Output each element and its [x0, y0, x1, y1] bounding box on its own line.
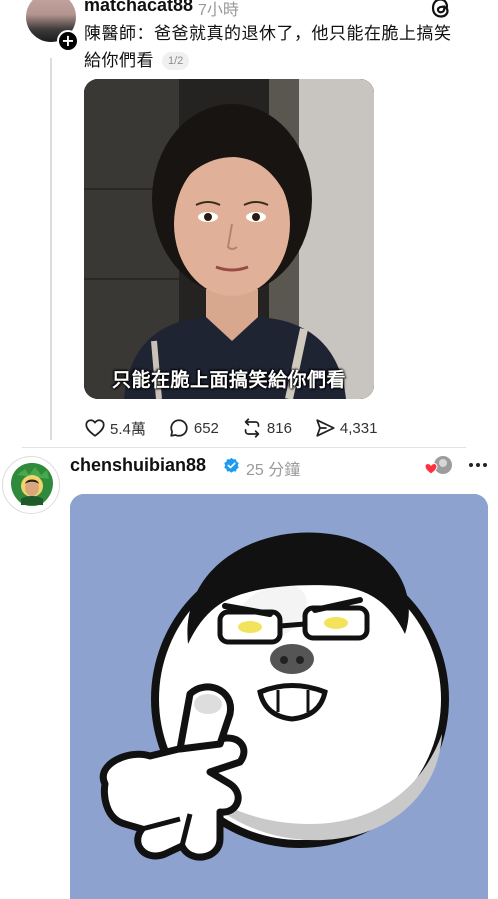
comment-icon [170, 419, 188, 437]
avatar-emblem-icon [5, 459, 59, 513]
comment-button[interactable]: 652 [168, 417, 219, 439]
avatar-chenshuibian88[interactable] [2, 456, 60, 514]
verified-badge-icon [224, 457, 239, 473]
thread-connector-line [50, 58, 52, 440]
share-icon [316, 419, 335, 437]
video-thumbnail[interactable]: 只能在脆上面搞笑給你們看 [84, 79, 374, 399]
share-button[interactable]: 4,331 [314, 417, 378, 439]
add-follow-icon[interactable]: + [57, 30, 79, 52]
threads-logo-icon[interactable] [430, 0, 452, 18]
share-count: 4,331 [339, 419, 378, 437]
post-timestamp: 7小時 [198, 2, 239, 19]
post-username[interactable]: matchacat88 [84, 0, 193, 16]
caption-text: 陳醫師：爸爸就真的退休了，他只能在脆上搞笑給你們看 [84, 24, 452, 70]
post-matchacat88: + matchacat88 7小時 陳醫師：爸爸就真的退休了，他只能在脆上搞笑給… [0, 0, 498, 448]
like-button[interactable]: 5.4萬 [84, 417, 146, 439]
sticker-image[interactable] [70, 494, 488, 899]
repost-icon [244, 418, 260, 438]
post-timestamp: 25 分鐘 [246, 462, 301, 479]
post-divider [22, 447, 466, 448]
more-icon[interactable] [466, 455, 490, 475]
post-caption: 陳醫師：爸爸就真的退休了，他只能在脆上搞笑給你們看 1/2 [84, 20, 464, 74]
repost-count: 816 [266, 419, 292, 437]
post-action-bar: 5.4萬 652 816 4,331 [84, 417, 399, 439]
media-counter: 1/2 [162, 52, 190, 70]
like-count: 5.4萬 [110, 420, 146, 438]
video-subtitle: 只能在脆上面搞笑給你們看 [111, 370, 346, 391]
liked-heart-icon[interactable] [424, 455, 454, 477]
post-username[interactable]: chenshuibian88 [70, 455, 206, 476]
comment-count: 652 [193, 419, 219, 437]
angry-pointing-sticker-illustration [70, 494, 488, 899]
heart-icon [85, 419, 105, 437]
repost-button[interactable]: 816 [241, 417, 292, 439]
video-frame-illustration [84, 79, 374, 399]
